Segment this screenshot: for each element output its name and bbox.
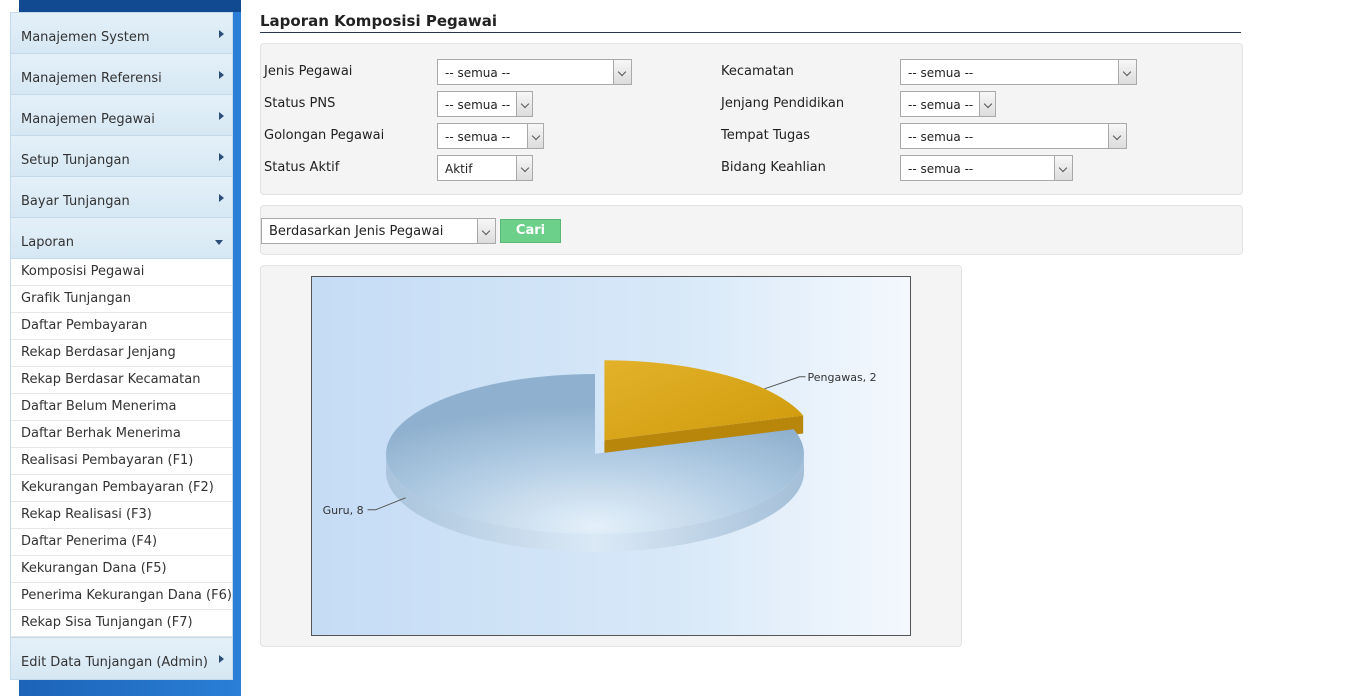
menu-edit-data-tunjangan[interactable]: Edit Data Tunjangan (Admin) <box>11 637 232 680</box>
search-button[interactable]: Cari <box>500 219 561 243</box>
sidebar-item-rekap-sisa-tunjangan[interactable]: Rekap Sisa Tunjangan (F7) <box>11 610 232 637</box>
chevron-right-icon <box>219 30 224 38</box>
menu-manajemen-pegawai[interactable]: Manajemen Pegawai <box>11 95 232 136</box>
chevron-right-icon <box>219 112 224 120</box>
pie-chart-canvas: Pengawas, 2 Guru, 8 <box>323 360 877 552</box>
sidebar-item-daftar-pembayaran[interactable]: Daftar Pembayaran <box>11 313 232 340</box>
select-value: -- semua -- <box>445 98 511 112</box>
kecamatan-select[interactable]: -- semua -- <box>900 59 1137 85</box>
menu-manajemen-referensi[interactable]: Manajemen Referensi <box>11 54 232 95</box>
jenis-pegawai-label: Jenis Pegawai <box>264 64 353 79</box>
select-value: -- semua -- <box>908 98 974 112</box>
tempat-tugas-label: Tempat Tugas <box>721 128 811 143</box>
select-value: Aktif <box>445 162 473 176</box>
pie-chart: Pengawas, 2 Guru, 8 <box>311 276 911 636</box>
sidebar: Manajemen System Manajemen Referensi Man… <box>10 12 233 680</box>
page-title: Laporan Komposisi Pegawai <box>260 12 1241 33</box>
select-value: -- semua -- <box>445 66 511 80</box>
chevron-down-icon[interactable] <box>516 92 532 116</box>
chevron-right-icon <box>219 153 224 161</box>
chevron-down-icon[interactable] <box>979 92 995 116</box>
status-aktif-label: Status Aktif <box>264 160 340 175</box>
menu-bayar-tunjangan[interactable]: Bayar Tunjangan <box>11 177 232 218</box>
sidebar-item-penerima-kekurangan-dana[interactable]: Penerima Kekurangan Dana (F6) <box>11 583 232 610</box>
jenjang-pendidikan-select[interactable]: -- semua -- <box>900 91 996 117</box>
select-value: -- semua -- <box>908 66 974 80</box>
menu-label: Manajemen System <box>21 30 150 45</box>
menu-label: Laporan <box>21 235 74 250</box>
kecamatan-label: Kecamatan <box>721 64 794 79</box>
pie-leader-line <box>764 376 806 390</box>
menu-manajemen-system[interactable]: Manajemen System <box>11 13 232 54</box>
pie-leader-line <box>367 497 406 511</box>
sidebar-item-grafik-tunjangan[interactable]: Grafik Tunjangan <box>11 286 232 313</box>
sidebar-item-daftar-penerima[interactable]: Daftar Penerima (F4) <box>11 529 232 556</box>
sidebar-item-kekurangan-dana[interactable]: Kekurangan Dana (F5) <box>11 556 232 583</box>
chevron-right-icon <box>219 194 224 202</box>
status-pns-label: Status PNS <box>264 96 336 111</box>
chevron-down-icon[interactable] <box>613 60 631 84</box>
bidang-keahlian-label: Bidang Keahlian <box>721 160 826 175</box>
menu-label: Edit Data Tunjangan (Admin) <box>21 655 208 670</box>
grouping-select[interactable]: Berdasarkan Jenis Pegawai <box>261 218 496 244</box>
chevron-down-icon <box>215 240 223 245</box>
jenis-pegawai-select[interactable]: -- semua -- <box>437 59 632 85</box>
sidebar-item-rekap-berdasar-kecamatan[interactable]: Rekap Berdasar Kecamatan <box>11 367 232 394</box>
select-value: -- semua -- <box>445 130 511 144</box>
tempat-tugas-select[interactable]: -- semua -- <box>900 123 1127 149</box>
bidang-keahlian-select[interactable]: -- semua -- <box>900 155 1073 181</box>
sidebar-item-daftar-berhak-menerima[interactable]: Daftar Berhak Menerima <box>11 421 232 448</box>
status-pns-select[interactable]: -- semua -- <box>437 91 533 117</box>
menu-label: Bayar Tunjangan <box>21 194 130 209</box>
chevron-down-icon[interactable] <box>1108 124 1126 148</box>
sidebar-item-kekurangan-pembayaran[interactable]: Kekurangan Pembayaran (F2) <box>11 475 232 502</box>
status-aktif-select[interactable]: Aktif <box>437 155 533 181</box>
golongan-pegawai-label: Golongan Pegawai <box>264 128 385 143</box>
sidebar-item-realisasi-pembayaran[interactable]: Realisasi Pembayaran (F1) <box>11 448 232 475</box>
chevron-down-icon[interactable] <box>527 124 543 148</box>
chevron-down-icon[interactable] <box>1118 60 1136 84</box>
pie-label-pengawas: Pengawas, 2 <box>808 371 877 384</box>
golongan-pegawai-select[interactable]: -- semua -- <box>437 123 544 149</box>
menu-setup-tunjangan[interactable]: Setup Tunjangan <box>11 136 232 177</box>
sidebar-item-rekap-realisasi[interactable]: Rekap Realisasi (F3) <box>11 502 232 529</box>
select-value: -- semua -- <box>908 130 974 144</box>
chevron-right-icon <box>219 71 224 79</box>
pie-label-guru: Guru, 8 <box>323 504 364 517</box>
jenjang-pendidikan-label: Jenjang Pendidikan <box>721 96 845 111</box>
sidebar-item-rekap-berdasar-jenjang[interactable]: Rekap Berdasar Jenjang <box>11 340 232 367</box>
menu-label: Setup Tunjangan <box>21 153 130 168</box>
menu-label: Manajemen Pegawai <box>21 112 155 127</box>
pie-slices <box>385 360 804 552</box>
chevron-down-icon[interactable] <box>477 219 495 243</box>
chevron-down-icon[interactable] <box>516 156 532 180</box>
chevron-down-icon[interactable] <box>1054 156 1072 180</box>
chevron-right-icon <box>219 655 224 663</box>
select-value: Berdasarkan Jenis Pegawai <box>269 224 444 239</box>
menu-label: Manajemen Referensi <box>21 71 162 86</box>
menu-laporan[interactable]: Laporan <box>11 218 232 259</box>
sidebar-item-komposisi-pegawai[interactable]: Komposisi Pegawai <box>11 259 232 286</box>
sidebar-item-daftar-belum-menerima[interactable]: Daftar Belum Menerima <box>11 394 232 421</box>
select-value: -- semua -- <box>908 162 974 176</box>
sidebar-top-bar <box>19 0 241 12</box>
